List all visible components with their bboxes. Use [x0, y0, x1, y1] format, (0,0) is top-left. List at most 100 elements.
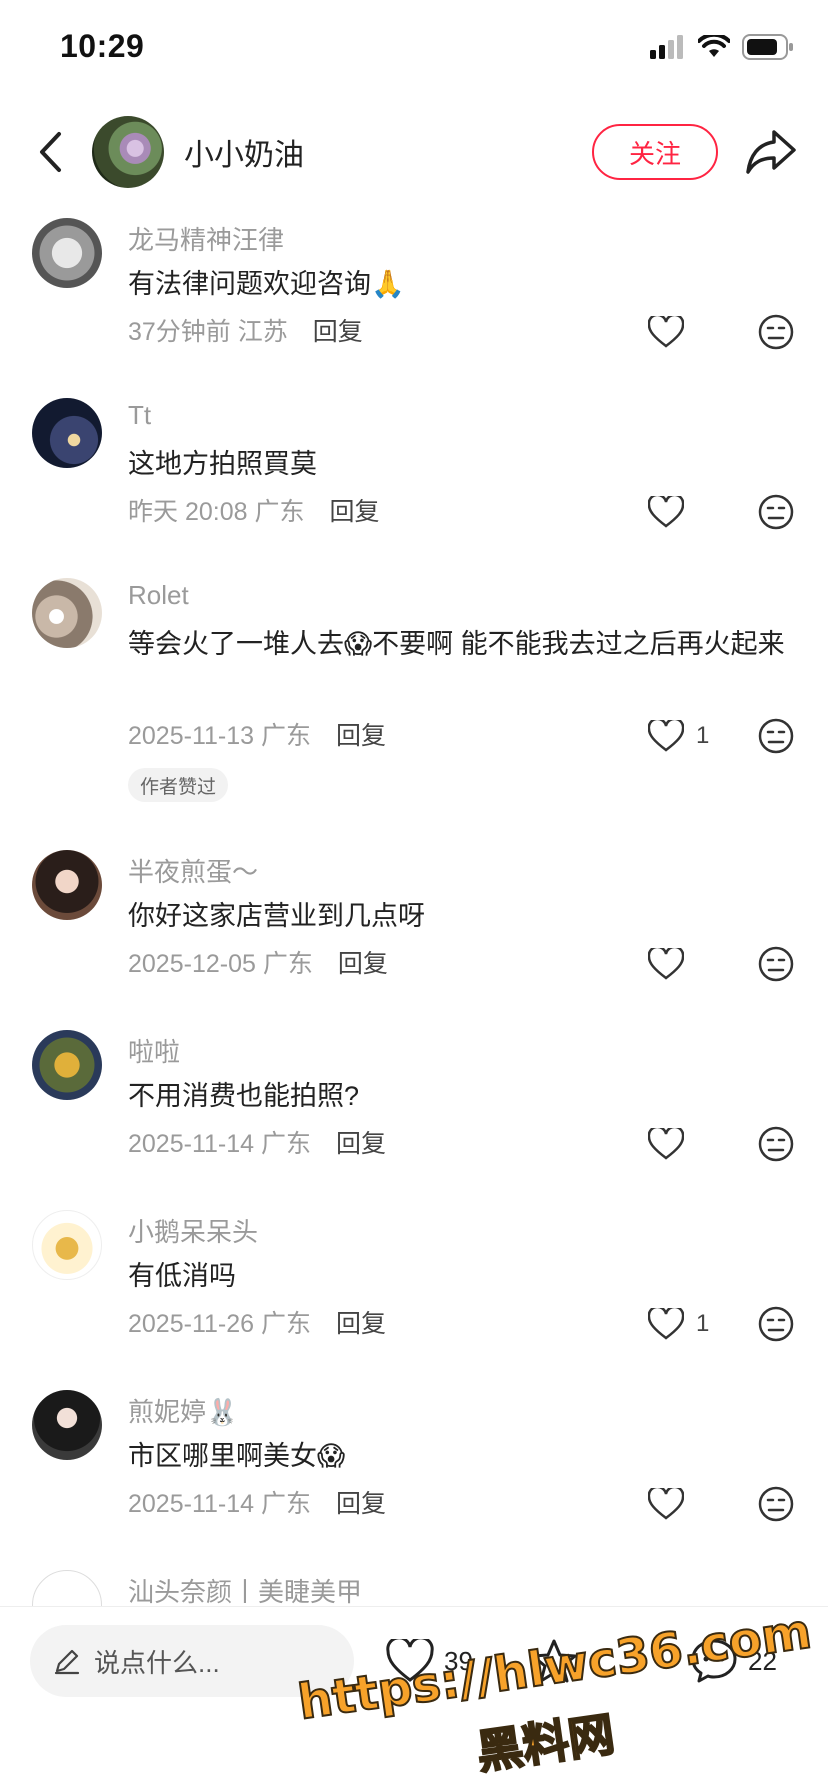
comment-location: 广东: [260, 1490, 311, 1518]
status-time: 10:29: [60, 28, 145, 64]
comment-input[interactable]: 说点什么...: [30, 1625, 354, 1697]
heart-icon: [648, 1128, 684, 1160]
like-button[interactable]: [648, 1482, 708, 1526]
reply-button[interactable]: 回复: [336, 722, 386, 750]
back-arrow-icon: [40, 132, 61, 172]
reply-button[interactable]: 回复: [338, 950, 388, 978]
dislike-button[interactable]: [758, 1486, 794, 1522]
comment-username[interactable]: 半夜煎蛋～: [128, 852, 258, 889]
pencil-icon: [54, 1649, 80, 1675]
comment-item: 煎妮婷🐰 市区哪里啊美女😱 2025-11-14 广东 回复: [0, 1378, 828, 1558]
comment-item: 啦啦 不用消费也能拍照? 2025-11-14 广东 回复: [0, 1018, 828, 1198]
comment-item: Tt 这地方拍照買莫 昨天 20:08 广东 回复: [0, 386, 828, 566]
comment-location: 广东: [262, 950, 313, 978]
comment-time: 昨天 20:08: [128, 498, 248, 526]
dislike-face-icon: [758, 718, 794, 754]
avatar[interactable]: [32, 1570, 102, 1606]
like-button[interactable]: [648, 490, 708, 534]
dislike-button[interactable]: [758, 494, 794, 530]
dislike-face-icon: [758, 946, 794, 982]
dislike-face-icon: [758, 494, 794, 530]
like-count: 1: [696, 722, 710, 749]
heart-icon: [648, 720, 684, 752]
like-button[interactable]: [648, 1122, 708, 1166]
avatar[interactable]: [32, 218, 102, 288]
comment-text: 这地方拍照買莫: [128, 449, 317, 479]
reply-button[interactable]: 回复: [313, 318, 363, 346]
comment-item: 小鹅呆呆头 有低消吗 2025-11-26 广东 回复 1: [0, 1198, 828, 1378]
comment-username[interactable]: 啦啦: [128, 1032, 180, 1069]
comment-location: 广东: [260, 1130, 311, 1158]
heart-icon: [386, 1639, 434, 1682]
dislike-face-icon: [758, 1306, 794, 1342]
comment-text: 等会火了一堆人去😱不要啊 能不能我去过之后再火起来: [128, 629, 785, 659]
like-button[interactable]: [648, 310, 708, 354]
note-header: 小小奶油 关注: [0, 100, 828, 204]
heart-icon: [648, 496, 684, 528]
comment-username[interactable]: Rolet: [128, 580, 189, 611]
comment-username[interactable]: 龙马精神汪律: [128, 220, 284, 257]
avatar[interactable]: [32, 850, 102, 920]
dislike-button[interactable]: [758, 314, 794, 350]
status-icons: [650, 34, 794, 60]
star-icon: [531, 1639, 577, 1683]
comment-time: 2025-11-26: [128, 1310, 255, 1338]
comment-username[interactable]: Tt: [128, 400, 151, 431]
reply-button[interactable]: 回复: [336, 1490, 386, 1518]
comment-text: 市区哪里啊美女😱: [128, 1441, 346, 1471]
note-like-button[interactable]: 39: [386, 1633, 473, 1689]
note-comment-count: 22: [748, 1645, 777, 1676]
author-avatar[interactable]: [92, 116, 164, 188]
dislike-button[interactable]: [758, 1306, 794, 1342]
like-count: 1: [696, 1310, 710, 1337]
comment-username[interactable]: 小鹅呆呆头: [128, 1212, 258, 1249]
follow-button[interactable]: 关注: [592, 124, 718, 180]
note-collect-button[interactable]: [530, 1633, 588, 1689]
avatar[interactable]: [32, 1390, 102, 1460]
avatar[interactable]: [32, 398, 102, 468]
note-comment-button[interactable]: 22: [690, 1633, 777, 1689]
comment-time: 2025-11-13: [128, 722, 255, 750]
avatar[interactable]: [32, 578, 102, 648]
dislike-button[interactable]: [758, 946, 794, 982]
status-bar: 10:29: [0, 0, 828, 100]
comment-text: 你好这家店营业到几点呀: [128, 901, 425, 931]
share-icon: [746, 130, 796, 174]
comment-item: 汕头奈颜丨美睫美甲: [0, 1558, 828, 1606]
battery-icon: [742, 34, 793, 60]
comment-time: 37分钟前: [128, 318, 231, 346]
reply-button[interactable]: 回复: [336, 1130, 386, 1158]
dislike-button[interactable]: [758, 718, 794, 754]
reply-button[interactable]: 回复: [329, 498, 379, 526]
dislike-face-icon: [758, 1126, 794, 1162]
comment-meta: 2025-11-26 广东 回复: [128, 1304, 386, 1340]
comment-item: 龙马精神汪律 有法律问题欢迎咨询🙏 37分钟前 江苏 回复: [0, 206, 828, 386]
comment-time: 2025-12-05: [128, 950, 256, 978]
reply-button[interactable]: 回复: [336, 1310, 386, 1338]
back-button[interactable]: [28, 124, 72, 180]
avatar[interactable]: [32, 1210, 102, 1280]
comment-location: 广东: [260, 1310, 311, 1338]
author-name[interactable]: 小小奶油: [184, 130, 304, 174]
comment-meta: 37分钟前 江苏 回复: [128, 312, 363, 348]
comment-location: 广东: [254, 498, 305, 526]
comment-username[interactable]: 煎妮婷🐰: [128, 1392, 238, 1429]
comment-input-placeholder: 说点什么...: [94, 1647, 220, 1678]
heart-icon: [648, 948, 684, 980]
like-button[interactable]: [648, 942, 708, 986]
comment-meta: 2025-11-14 广东 回复: [128, 1124, 386, 1160]
author-liked-badge: 作者赞过: [128, 768, 229, 802]
comment-location: 广东: [260, 722, 311, 750]
comment-meta: 昨天 20:08 广东 回复: [128, 492, 379, 528]
share-button[interactable]: [744, 126, 798, 178]
heart-icon: [648, 1308, 684, 1340]
comment-username[interactable]: 汕头奈颜丨美睫美甲: [128, 1572, 362, 1606]
comment-bubble-icon: [691, 1639, 737, 1683]
comment-time: 2025-11-14: [128, 1490, 255, 1518]
dislike-face-icon: [758, 1486, 794, 1522]
dislike-button[interactable]: [758, 1126, 794, 1162]
comment-meta: 2025-11-14 广东 回复: [128, 1484, 386, 1520]
comment-meta: 2025-12-05 广东 回复: [128, 944, 388, 980]
avatar[interactable]: [32, 1030, 102, 1100]
wifi-icon: [698, 35, 730, 57]
